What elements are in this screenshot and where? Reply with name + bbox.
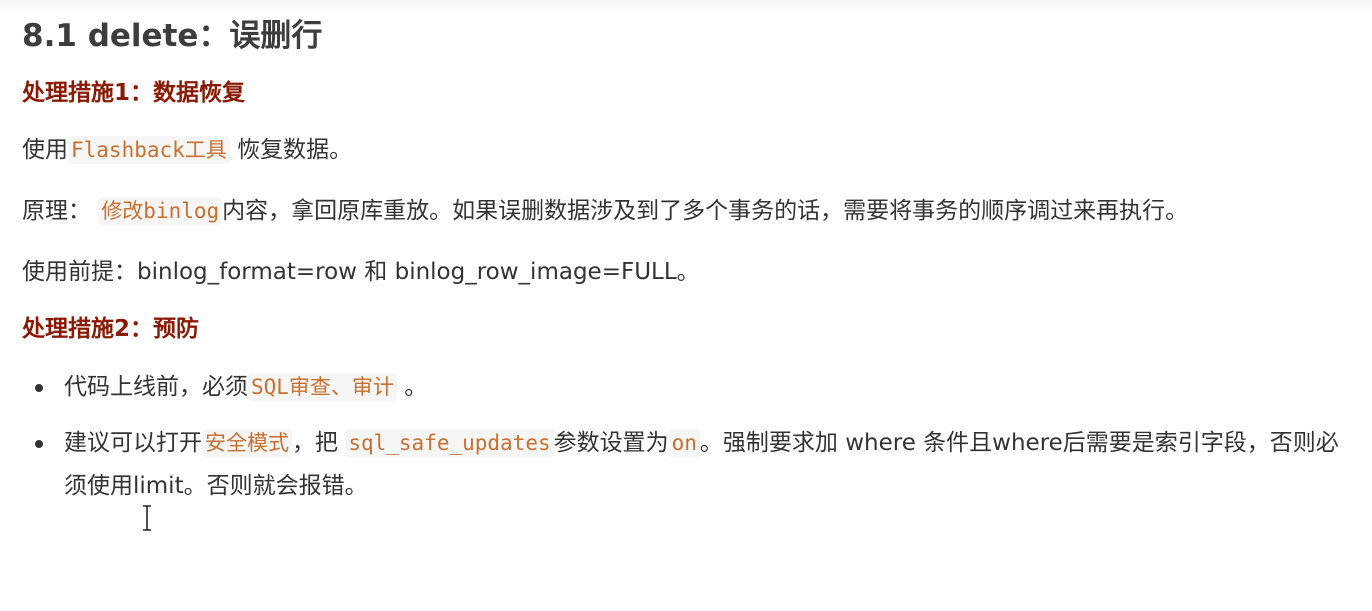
measure-heading-2: 处理措施2：预防 [22,316,200,342]
text-segment: 恢复数据。 [237,137,353,163]
text-segment: 使用 [22,137,68,163]
bullet-icon [35,384,43,392]
measure-heading-1: 处理措施1：数据恢复 [22,80,246,106]
text-segment: 参数设置为 [553,430,669,456]
text-cursor-icon [143,505,151,531]
inline-code-sql-review: SQL审查、审计 [248,373,397,401]
list-item: 建议可以打开 安全模式 ，把 sql_safe_updates 参数设置为 on 。强制要… [22,422,1352,508]
top-bar [0,0,1372,10]
text-segment: 代码上线前，必须 [64,374,248,400]
text-segment: 建议可以打开 [64,430,202,456]
paragraph-premise: 使用前提：binlog_format=row 和 binlog_row_imag… [22,259,700,285]
bullet-icon [35,440,43,448]
document-body: 8.1 delete：误删行 处理措施1：数据恢复 使用 Flashback工具 … [22,14,1352,508]
inline-code-sql-safe-updates: sql_safe_updates [345,429,554,457]
inline-code-binlog: 修改binlog [98,197,223,225]
text-segment: ，把 [292,430,338,456]
text-segment: 。 [404,374,428,400]
inline-code-safe-mode: 安全模式 [202,429,292,457]
inline-code-flashback: Flashback工具 [68,136,230,164]
prevention-list: 代码上线前，必须 SQL审查、审计 。 建议可以打开 安全模式 ，把 sql_safe… [22,366,1352,508]
paragraph-principle: 原理： 修改binlog 内容，拿回原库重放。如果误删数据涉及到了多个事务的话，需… [22,190,1352,233]
text-segment: 原理： [22,198,91,224]
section-title: 8.1 delete：误删行 [22,18,323,54]
paragraph-tool: 使用 Flashback工具 恢复数据。 [22,129,1352,172]
list-item: 代码上线前，必须 SQL审查、审计 。 [22,366,1352,409]
inline-code-on: on [668,429,700,457]
text-segment: 内容，拿回原库重放。如果误删数据涉及到了多个事务的话，需要将事务的顺序调过来再执… [222,198,1189,224]
